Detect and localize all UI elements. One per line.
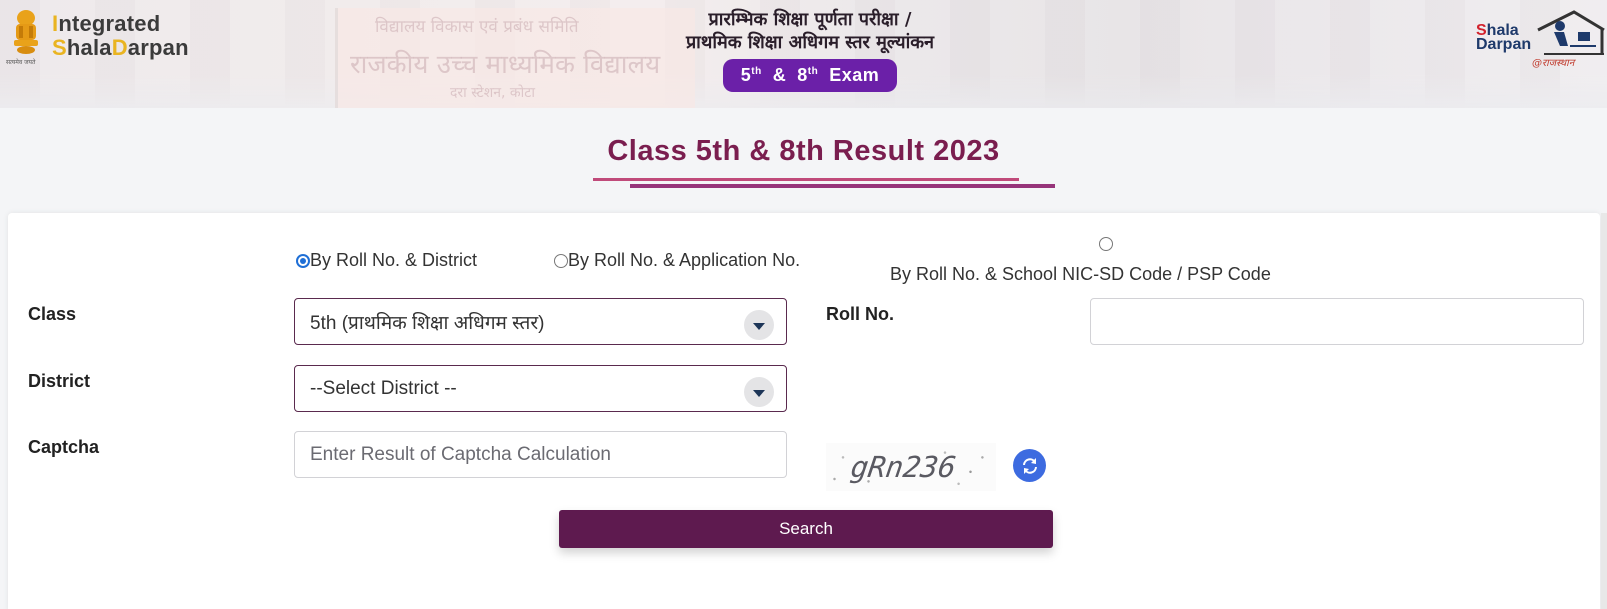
background-sign-text: विद्यालय विकास एवं प्रबंध समिति [375, 17, 579, 37]
badge-text: & [772, 65, 787, 85]
radio-button[interactable] [296, 253, 310, 268]
chevron-down-icon[interactable] [744, 310, 774, 340]
house-computer-icon [1537, 10, 1605, 55]
title-underline [630, 184, 1055, 188]
exam-badge: 5th & 8th Exam [722, 59, 898, 92]
search-button[interactable]: Search [559, 510, 1053, 548]
refresh-icon [1022, 457, 1037, 474]
captcha-text: gRn236 [848, 450, 959, 484]
captcha-label: Captcha [28, 437, 100, 457]
logo-wordmark: Shala Darpan [1476, 23, 1532, 53]
radio-label: By Roll No. & Application No. [568, 250, 801, 270]
class-label: Class [28, 304, 77, 324]
captcha-image: gRn236 [826, 443, 996, 491]
page-title: Class 5th & 8th Result 2023 [607, 135, 1000, 167]
badge-sup: th [751, 66, 762, 77]
badge-text: 8 [797, 65, 808, 85]
logo-word: Darpan [1476, 36, 1532, 53]
page-title-wrap: Class 5th & 8th Result 2023 [0, 135, 1607, 168]
chevron-down-icon[interactable] [744, 377, 774, 407]
scrollbar[interactable] [1601, 213, 1607, 609]
district-select[interactable]: --Select District -- [294, 365, 787, 412]
search-mode-roll-school-code-radio[interactable] [1099, 237, 1113, 251]
header-banner: विद्यालय विकास एवं प्रबंध समिति राजकीय उ… [0, 0, 1607, 108]
radio-button[interactable] [554, 253, 568, 268]
district-selected-value: --Select District -- [310, 377, 457, 399]
rajasthan-tag: @राजस्थान [1532, 58, 1575, 69]
shala-darpan-rajasthan-logo[interactable]: Shala Darpan @राजस्थान [1476, 10, 1606, 70]
exam-title-block: प्रारम्भिक शिक्षा पूर्णता परीक्षा / प्रा… [600, 8, 1020, 92]
search-mode-roll-school-code-label[interactable]: By Roll No. & School NIC-SD Code / PSP C… [890, 264, 1271, 285]
badge-text: 5 [740, 65, 752, 85]
logo-word: ntegrated [58, 11, 161, 36]
radio-label: By Roll No. & District [310, 250, 478, 270]
search-mode-roll-application[interactable]: By Roll No. & Application No. [554, 250, 800, 271]
class-select[interactable]: 5th (प्राथमिक शिक्षा अधिगम स्तर) [294, 298, 787, 345]
hindi-title-line-2: प्राथमिक शिक्षा अधिगम स्तर मूल्यांकन [685, 32, 935, 53]
captcha-input[interactable] [294, 431, 787, 478]
roll-no-label: Roll No. [826, 304, 894, 324]
hindi-title-line-1: प्रारम्भिक शिक्षा पूर्णता परीक्षा / [708, 9, 912, 30]
title-underline [593, 178, 1019, 181]
background-sign-text: दरा स्टेशन, कोटा [450, 85, 535, 101]
badge-sup: th [807, 66, 819, 77]
integrated-shaladarpan-logo[interactable]: सत्यमेव जयते Integrated ShalaDarpan [6, 8, 189, 66]
refresh-captcha-button[interactable] [1013, 449, 1046, 482]
district-label: District [28, 371, 91, 391]
class-selected-value: 5th (प्राथमिक शिक्षा अधिगम स्तर) [310, 312, 545, 334]
roll-no-input[interactable] [1090, 298, 1584, 345]
logo-letter: D [111, 35, 128, 60]
national-emblem-icon: सत्यमेव जयते [6, 8, 44, 66]
emblem-caption: सत्यमेव जयते [6, 59, 36, 66]
logo-wordmark: Integrated ShalaDarpan [52, 12, 189, 60]
logo-letter: S [52, 35, 67, 60]
logo-word: hala [66, 35, 112, 60]
search-mode-roll-district[interactable]: By Roll No. & District [296, 250, 477, 271]
result-search-form: By Roll No. & District By Roll No. & App… [8, 213, 1600, 609]
logo-word: arpan [127, 35, 189, 60]
badge-text: Exam [829, 65, 880, 85]
